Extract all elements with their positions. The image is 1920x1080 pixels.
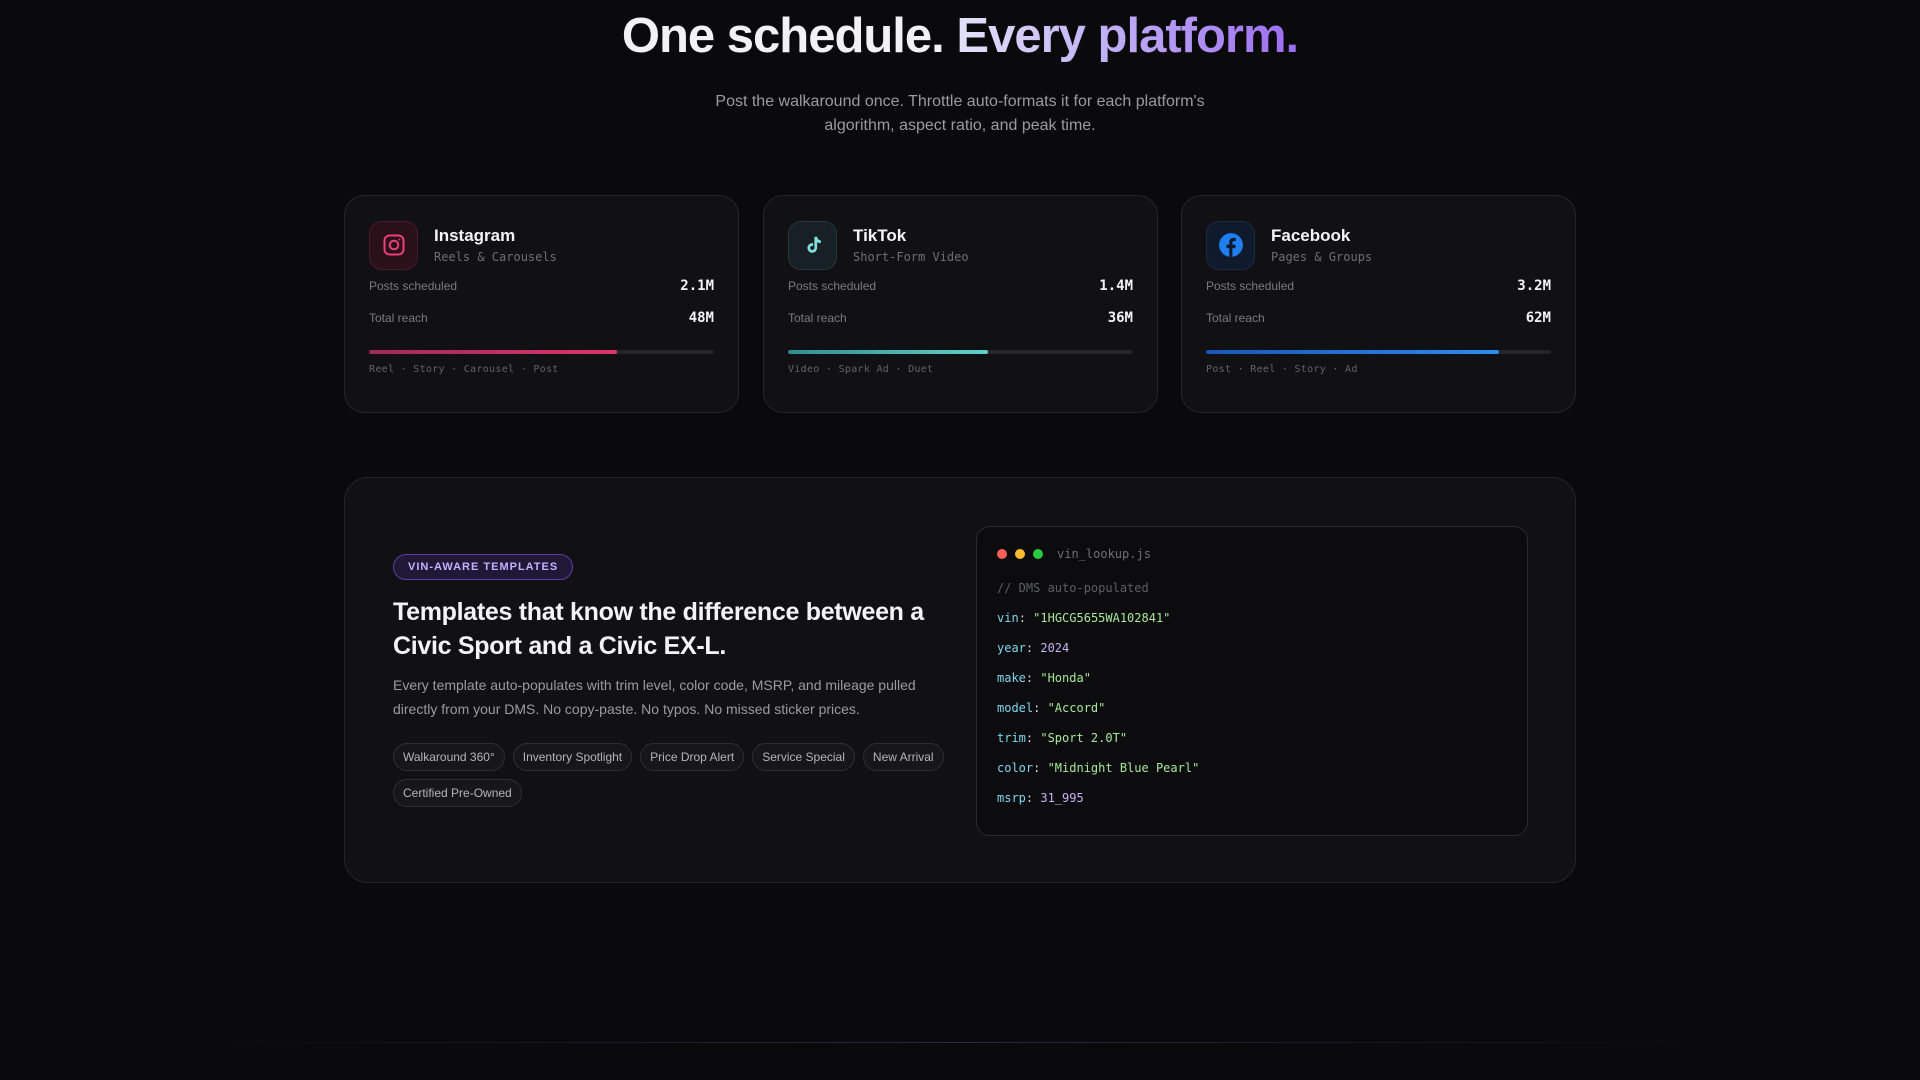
code-key: color [997,761,1034,775]
tiktok-icon [788,220,837,270]
platform-card-instagram[interactable]: Instagram Reels & Carousels Posts schedu… [344,195,739,413]
posts-scheduled-row: Posts scheduled 3.2M [1206,270,1551,302]
posts-label: Posts scheduled [369,279,458,293]
code-key: trim [997,731,1026,745]
code-key: make [997,671,1026,685]
progress-fill [369,350,618,354]
progress-fill [1206,350,1500,354]
code-key: model [997,701,1034,715]
posts-value: 3.2M [1517,278,1551,294]
code-value: "Sport 2.0T" [1040,731,1128,745]
code-window: vin_lookup.js // DMS auto-populated vin:… [976,526,1528,836]
posts-value: 2.1M [680,278,714,294]
total-reach-row: Total reach 62M [1206,302,1551,334]
progress-fill [788,350,989,354]
hero-title-main: One schedule. [621,9,945,63]
posts-label: Posts scheduled [788,279,877,293]
chip-walkaround[interactable]: Walkaround 360° [393,743,505,771]
total-reach-row: Total reach 36M [788,302,1133,334]
format-tags: Post · Reel · Story · Ad [1206,364,1358,375]
card-header: TikTok Short-Form Video [788,220,1133,270]
total-reach-row: Total reach 48M [369,302,714,334]
format-tags: Video · Spark Ad · Duet [788,364,934,375]
platform-name: Instagram [434,226,516,245]
platform-subtitle: Pages & Groups [1271,250,1373,264]
code-filename: vin_lookup.js [1057,547,1151,561]
platform-card-tiktok[interactable]: TikTok Short-Form Video Posts scheduled … [763,195,1158,413]
reach-label: Total reach [788,311,847,325]
posts-scheduled-row: Posts scheduled 1.4M [788,270,1133,302]
code-value: 31_995 [1040,791,1084,805]
code-value: "1HGCG5655WA102841" [1033,611,1171,625]
code-key: year [997,641,1026,655]
posts-scheduled-row: Posts scheduled 2.1M [369,270,714,302]
feature-badge: VIN-AWARE TEMPLATES [393,554,574,580]
chip-inventory-spotlight[interactable]: Inventory Spotlight [512,743,633,771]
progress-track [1206,350,1551,354]
reach-value: 62M [1525,310,1551,326]
feature-description: Every template auto-populates with trim … [393,677,916,717]
code-line-year: year: 2024 [997,641,1070,655]
platform-subtitle: Reels & Carousels [434,250,557,264]
reach-label: Total reach [1206,311,1265,325]
template-chips: Walkaround 360° Inventory Spotlight Pric… [393,743,963,807]
card-header: Facebook Pages & Groups [1206,220,1551,270]
reach-label: Total reach [369,311,428,325]
progress-track [369,350,714,354]
page: One schedule. Every platform. Post the w… [0,0,1920,1080]
chip-service-special[interactable]: Service Special [752,743,855,771]
posts-value: 1.4M [1099,278,1133,294]
maximize-dot-icon [1033,549,1043,559]
platform-subtitle: Short-Form Video [853,250,969,264]
reach-value: 36M [1107,310,1133,326]
feature-title: Templates that know the difference betwe… [393,598,924,660]
code-value: "Honda" [1040,671,1091,685]
posts-label: Posts scheduled [1206,279,1295,293]
code-value: "Midnight Blue Pearl" [1047,761,1200,775]
minimize-dot-icon [1015,549,1025,559]
facebook-icon [1206,220,1255,270]
hero-subtitle: Post the walkaround once. Throttle auto-… [715,93,1205,134]
chip-price-drop-alert[interactable]: Price Drop Alert [640,743,745,771]
footer-divider [200,1042,1720,1043]
code-line-model: model: "Accord" [997,701,1106,715]
code-value: "Accord" [1047,701,1106,715]
chip-certified-pre-owned[interactable]: Certified Pre-Owned [393,779,522,807]
format-tags: Reel · Story · Carousel · Post [369,364,559,375]
card-header: Instagram Reels & Carousels [369,220,714,270]
hero-title-accent: Every platform. [956,9,1299,63]
chip-new-arrival[interactable]: New Arrival [862,743,944,771]
code-value: 2024 [1040,641,1070,655]
code-line-color: color: "Midnight Blue Pearl" [997,761,1200,775]
code-line-trim: trim: "Sport 2.0T" [997,731,1128,745]
code-line-vin: vin: "1HGCG5655WA102841" [997,611,1171,625]
code-line-make: make: "Honda" [997,671,1091,685]
platform-card-facebook[interactable]: Facebook Pages & Groups Posts scheduled … [1181,195,1576,413]
progress-track [788,350,1133,354]
vin-templates-panel: VIN-AWARE TEMPLATES Templates that know … [344,477,1576,883]
hero-title: One schedule. Every platform. [0,8,1920,64]
code-window-header: vin_lookup.js [997,547,1507,561]
code-comment: // DMS auto-populated [997,581,1149,595]
code-key: vin [997,611,1019,625]
platform-name: Facebook [1271,226,1351,245]
platform-name: TikTok [853,226,907,245]
code-key: msrp [997,791,1026,805]
code-line-msrp: msrp: 31_995 [997,791,1084,805]
instagram-icon [369,220,418,270]
reach-value: 48M [688,310,714,326]
close-dot-icon [997,549,1007,559]
